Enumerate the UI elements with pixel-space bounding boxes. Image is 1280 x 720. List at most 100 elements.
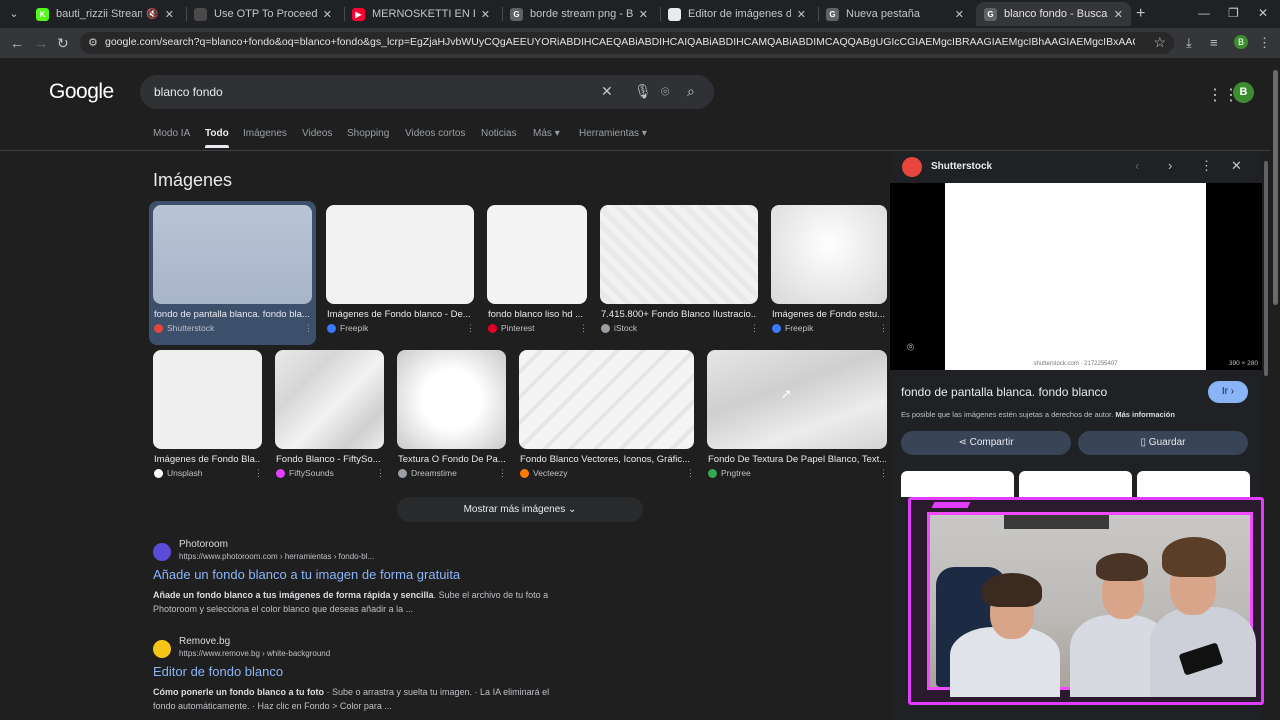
image-thumbnail[interactable]: [771, 205, 887, 304]
page-scrollbar[interactable]: [1271, 58, 1280, 720]
google-logo[interactable]: Google: [49, 80, 114, 104]
search-box[interactable]: blanco fondo ✕ 🎙 ⌾ ⌕: [140, 75, 714, 109]
image-source[interactable]: Freepik: [327, 323, 368, 333]
tab-todo[interactable]: Todo: [205, 128, 229, 148]
image-more-icon[interactable]: ⋮: [254, 468, 263, 479]
result-url[interactable]: https://www.photoroom.com › herramientas…: [179, 552, 374, 561]
image-source[interactable]: Pinterest: [488, 323, 535, 333]
image-result-card[interactable]: Imágenes de Fondo Bla... Unsplash ⋮: [153, 350, 263, 486]
image-thumbnail[interactable]: [153, 205, 312, 304]
image-source[interactable]: Dreamstime: [398, 468, 457, 478]
visit-button[interactable]: Ir ›: [1208, 381, 1248, 403]
voice-search-icon[interactable]: 🎙: [634, 83, 652, 100]
panel-scrollbar-thumb[interactable]: [1264, 161, 1268, 376]
download-icon[interactable]: ⤓: [1186, 35, 1192, 51]
close-tab-icon[interactable]: ✕: [955, 8, 964, 21]
image-result-card[interactable]: Imágenes de Fondo estu... Freepik ⋮: [771, 205, 888, 341]
image-source[interactable]: FiftySounds: [276, 468, 334, 478]
image-more-icon[interactable]: ⋮: [879, 323, 888, 334]
reading-list-icon[interactable]: ≡: [1210, 35, 1218, 50]
image-more-icon[interactable]: ⋮: [376, 468, 385, 479]
tab-herramientas[interactable]: Herramientas ▾: [579, 128, 647, 139]
image-thumbnail[interactable]: [153, 350, 262, 449]
save-button[interactable]: ▯ Guardar: [1078, 431, 1248, 455]
mute-tab-icon[interactable]: 🔇: [146, 9, 158, 20]
panel-more-icon[interactable]: ⋮: [1200, 158, 1213, 174]
image-thumbnail[interactable]: [600, 205, 758, 304]
address-url[interactable]: google.com/search?q=blanco+fondo&oq=blan…: [105, 36, 1135, 48]
close-tab-icon[interactable]: ✕: [323, 8, 332, 21]
image-thumbnail[interactable]: [519, 350, 694, 449]
image-more-icon[interactable]: ⋮: [498, 468, 507, 479]
image-caption[interactable]: 7.415.800+ Fondo Blanco Ilustracio...: [601, 309, 757, 320]
browser-tab[interactable]: Use OTP To Proceed - chicheri ✕: [186, 2, 340, 26]
site-info-icon[interactable]: ⚙: [88, 36, 98, 49]
browser-tab[interactable]: ▶ MERNOSKETTI EN FERNÉ CON ✕: [344, 2, 498, 26]
tab-modo-ia[interactable]: Modo IA: [153, 128, 190, 139]
new-tab-button[interactable]: +: [1136, 5, 1145, 23]
tab-videos-cortos[interactable]: Videos cortos: [405, 128, 465, 139]
image-source[interactable]: iStock: [601, 323, 637, 333]
image-source[interactable]: Vecteezy: [520, 468, 568, 478]
close-tab-icon[interactable]: ✕: [1114, 8, 1123, 21]
image-result-card[interactable]: 7.415.800+ Fondo Blanco Ilustracio... iSt…: [600, 205, 759, 341]
close-tab-icon[interactable]: ✕: [481, 8, 490, 21]
image-caption[interactable]: Imágenes de Fondo estu...: [772, 309, 886, 320]
browser-tab[interactable]: G Nueva pestaña ✕: [818, 2, 972, 26]
image-thumbnail[interactable]: [487, 205, 587, 304]
image-caption[interactable]: fondo de pantalla blanca. fondo bla...: [154, 309, 311, 320]
share-button[interactable]: ⋖ Compartir: [901, 431, 1071, 455]
minimize-icon[interactable]: —: [1198, 6, 1210, 20]
close-tab-icon[interactable]: ✕: [797, 8, 806, 21]
related-image-thumb[interactable]: [1137, 471, 1250, 497]
image-caption[interactable]: Fondo De Textura De Papel Blanco, Text..…: [708, 454, 886, 465]
image-more-icon[interactable]: ⋮: [304, 323, 313, 334]
browser-profile-avatar[interactable]: B: [1234, 35, 1248, 49]
related-image-thumb[interactable]: [1019, 471, 1132, 497]
image-caption[interactable]: Fondo Blanco Vectores, Iconos, Gráfic...: [520, 454, 693, 465]
previous-image-icon[interactable]: ‹: [1135, 158, 1139, 173]
image-more-icon[interactable]: ⋮: [579, 323, 588, 334]
image-source[interactable]: Unsplash: [154, 468, 202, 478]
result-title-link[interactable]: Añade un fondo blanco a tu imagen de for…: [153, 567, 460, 582]
image-result-card[interactable]: Textura O Fondo De Pa... Dreamstime ⋮: [397, 350, 507, 486]
result-site-name[interactable]: Remove.bg: [179, 636, 230, 647]
panel-source-name[interactable]: Shutterstock: [931, 161, 992, 172]
result-title-link[interactable]: Editor de fondo blanco: [153, 664, 283, 679]
close-tab-icon[interactable]: ✕: [165, 8, 174, 21]
reload-button[interactable]: ↻: [57, 35, 69, 52]
image-more-icon[interactable]: ⋮: [750, 323, 759, 334]
close-window-icon[interactable]: ✕: [1258, 6, 1268, 20]
image-caption[interactable]: Fondo Blanco - FiftySo...: [276, 454, 383, 465]
image-result-card[interactable]: Imágenes de Fondo blanco - De... Freepik ⋮: [326, 205, 475, 341]
preview-viewer[interactable]: shutterstock.com · 2172255407 ⌾ 390 × 28…: [890, 183, 1262, 370]
tab-imagenes[interactable]: Imágenes: [243, 128, 287, 139]
clear-search-icon[interactable]: ✕: [601, 83, 613, 100]
next-image-icon[interactable]: ›: [1168, 158, 1172, 173]
browser-tab[interactable]: Editor de imágenes de IA - Pix ✕: [660, 2, 814, 26]
image-more-icon[interactable]: ⋮: [466, 323, 475, 334]
address-bar[interactable]: ⚙ google.com/search?q=blanco+fondo&oq=bl…: [80, 32, 1174, 54]
close-tab-icon[interactable]: ✕: [639, 8, 648, 21]
browser-tab[interactable]: Gblanco fondo - Buscar con Goo ✕: [976, 2, 1131, 26]
panel-image-title[interactable]: fondo de pantalla blanca. fondo blanco: [901, 385, 1107, 399]
tab-shopping[interactable]: Shopping: [347, 128, 389, 139]
image-result-card[interactable]: fondo blanco liso hd ... Pinterest ⋮: [487, 205, 588, 341]
image-thumbnail[interactable]: [326, 205, 474, 304]
image-source[interactable]: Shutterstock: [154, 323, 214, 333]
page-scrollbar-thumb[interactable]: [1273, 70, 1278, 305]
show-more-images-button[interactable]: Mostrar más imágenes ⌄: [397, 497, 643, 522]
search-input[interactable]: blanco fondo: [154, 85, 223, 99]
close-panel-icon[interactable]: ✕: [1231, 158, 1242, 174]
bookmark-star-icon[interactable]: ☆: [1153, 34, 1166, 51]
lens-icon[interactable]: ⌾: [907, 340, 914, 355]
image-caption[interactable]: Imágenes de Fondo blanco - De...: [327, 309, 473, 320]
image-thumbnail[interactable]: [275, 350, 384, 449]
image-caption[interactable]: Imágenes de Fondo Bla...: [154, 454, 261, 465]
image-result-card[interactable]: Fondo Blanco - FiftySo... FiftySounds ⋮: [275, 350, 385, 486]
image-more-icon[interactable]: ⋮: [686, 468, 695, 479]
preview-image[interactable]: shutterstock.com · 2172255407: [945, 183, 1206, 370]
forward-button[interactable]: →: [34, 35, 48, 51]
more-info-link[interactable]: Más información: [1115, 410, 1175, 419]
lens-search-icon[interactable]: ⌾: [661, 83, 669, 100]
